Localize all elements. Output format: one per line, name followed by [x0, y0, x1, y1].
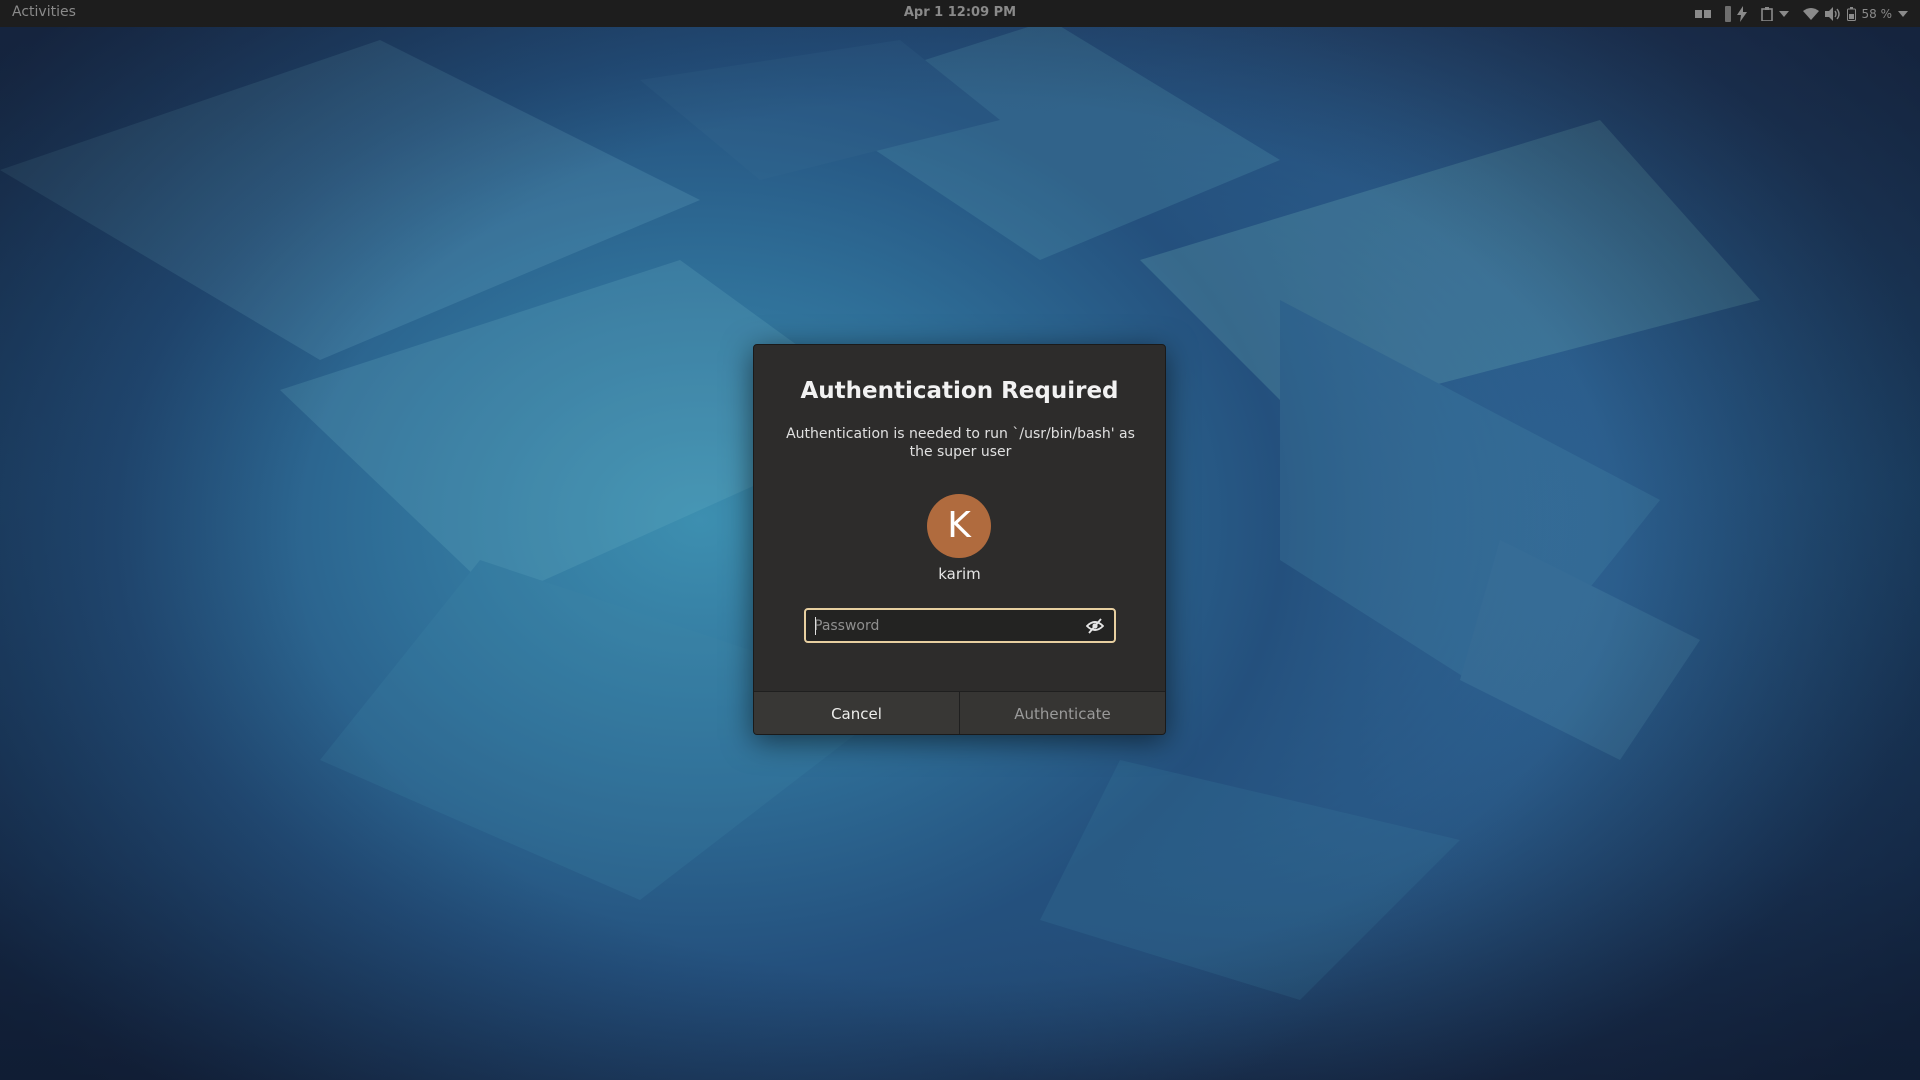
- authentication-dialog: Authentication Required Authentication i…: [753, 344, 1166, 735]
- avatar: K: [927, 494, 991, 558]
- authenticate-button[interactable]: Authenticate: [960, 692, 1165, 734]
- battery-percentage: 58 %: [1861, 6, 1893, 21]
- volume-icon: [1824, 6, 1841, 21]
- username-label: karim: [938, 565, 981, 583]
- status-menu[interactable]: 58 %: [1802, 6, 1908, 21]
- power-indicator[interactable]: [1724, 5, 1747, 22]
- top-bar: Activities Apr 1 12:09 PM 58 %: [0, 0, 1920, 27]
- clock[interactable]: Apr 1 12:09 PM: [0, 5, 1920, 20]
- chevron-down-icon: [1898, 10, 1908, 17]
- eye-slash-icon[interactable]: [1085, 618, 1105, 634]
- battery-icon: [1846, 6, 1856, 21]
- cancel-button[interactable]: Cancel: [754, 692, 960, 734]
- dialog-buttons: Cancel Authenticate: [754, 691, 1165, 734]
- wifi-icon: [1802, 7, 1819, 20]
- password-input[interactable]: [814, 616, 1074, 636]
- clipboard-indicator[interactable]: [1760, 6, 1789, 21]
- chevron-down-icon: [1778, 10, 1789, 17]
- password-field[interactable]: [804, 608, 1116, 643]
- clipboard-icon: [1760, 6, 1773, 21]
- system-tray[interactable]: 58 %: [1694, 0, 1908, 27]
- text-cursor: [815, 617, 816, 635]
- dialog-description: Authentication is needed to run `/usr/bi…: [786, 426, 1135, 460]
- vertical-bar-icon: [1724, 5, 1731, 22]
- flash-icon: [1736, 5, 1747, 22]
- dialog-title: Authentication Required: [800, 378, 1119, 404]
- workspace-icon[interactable]: [1694, 9, 1711, 19]
